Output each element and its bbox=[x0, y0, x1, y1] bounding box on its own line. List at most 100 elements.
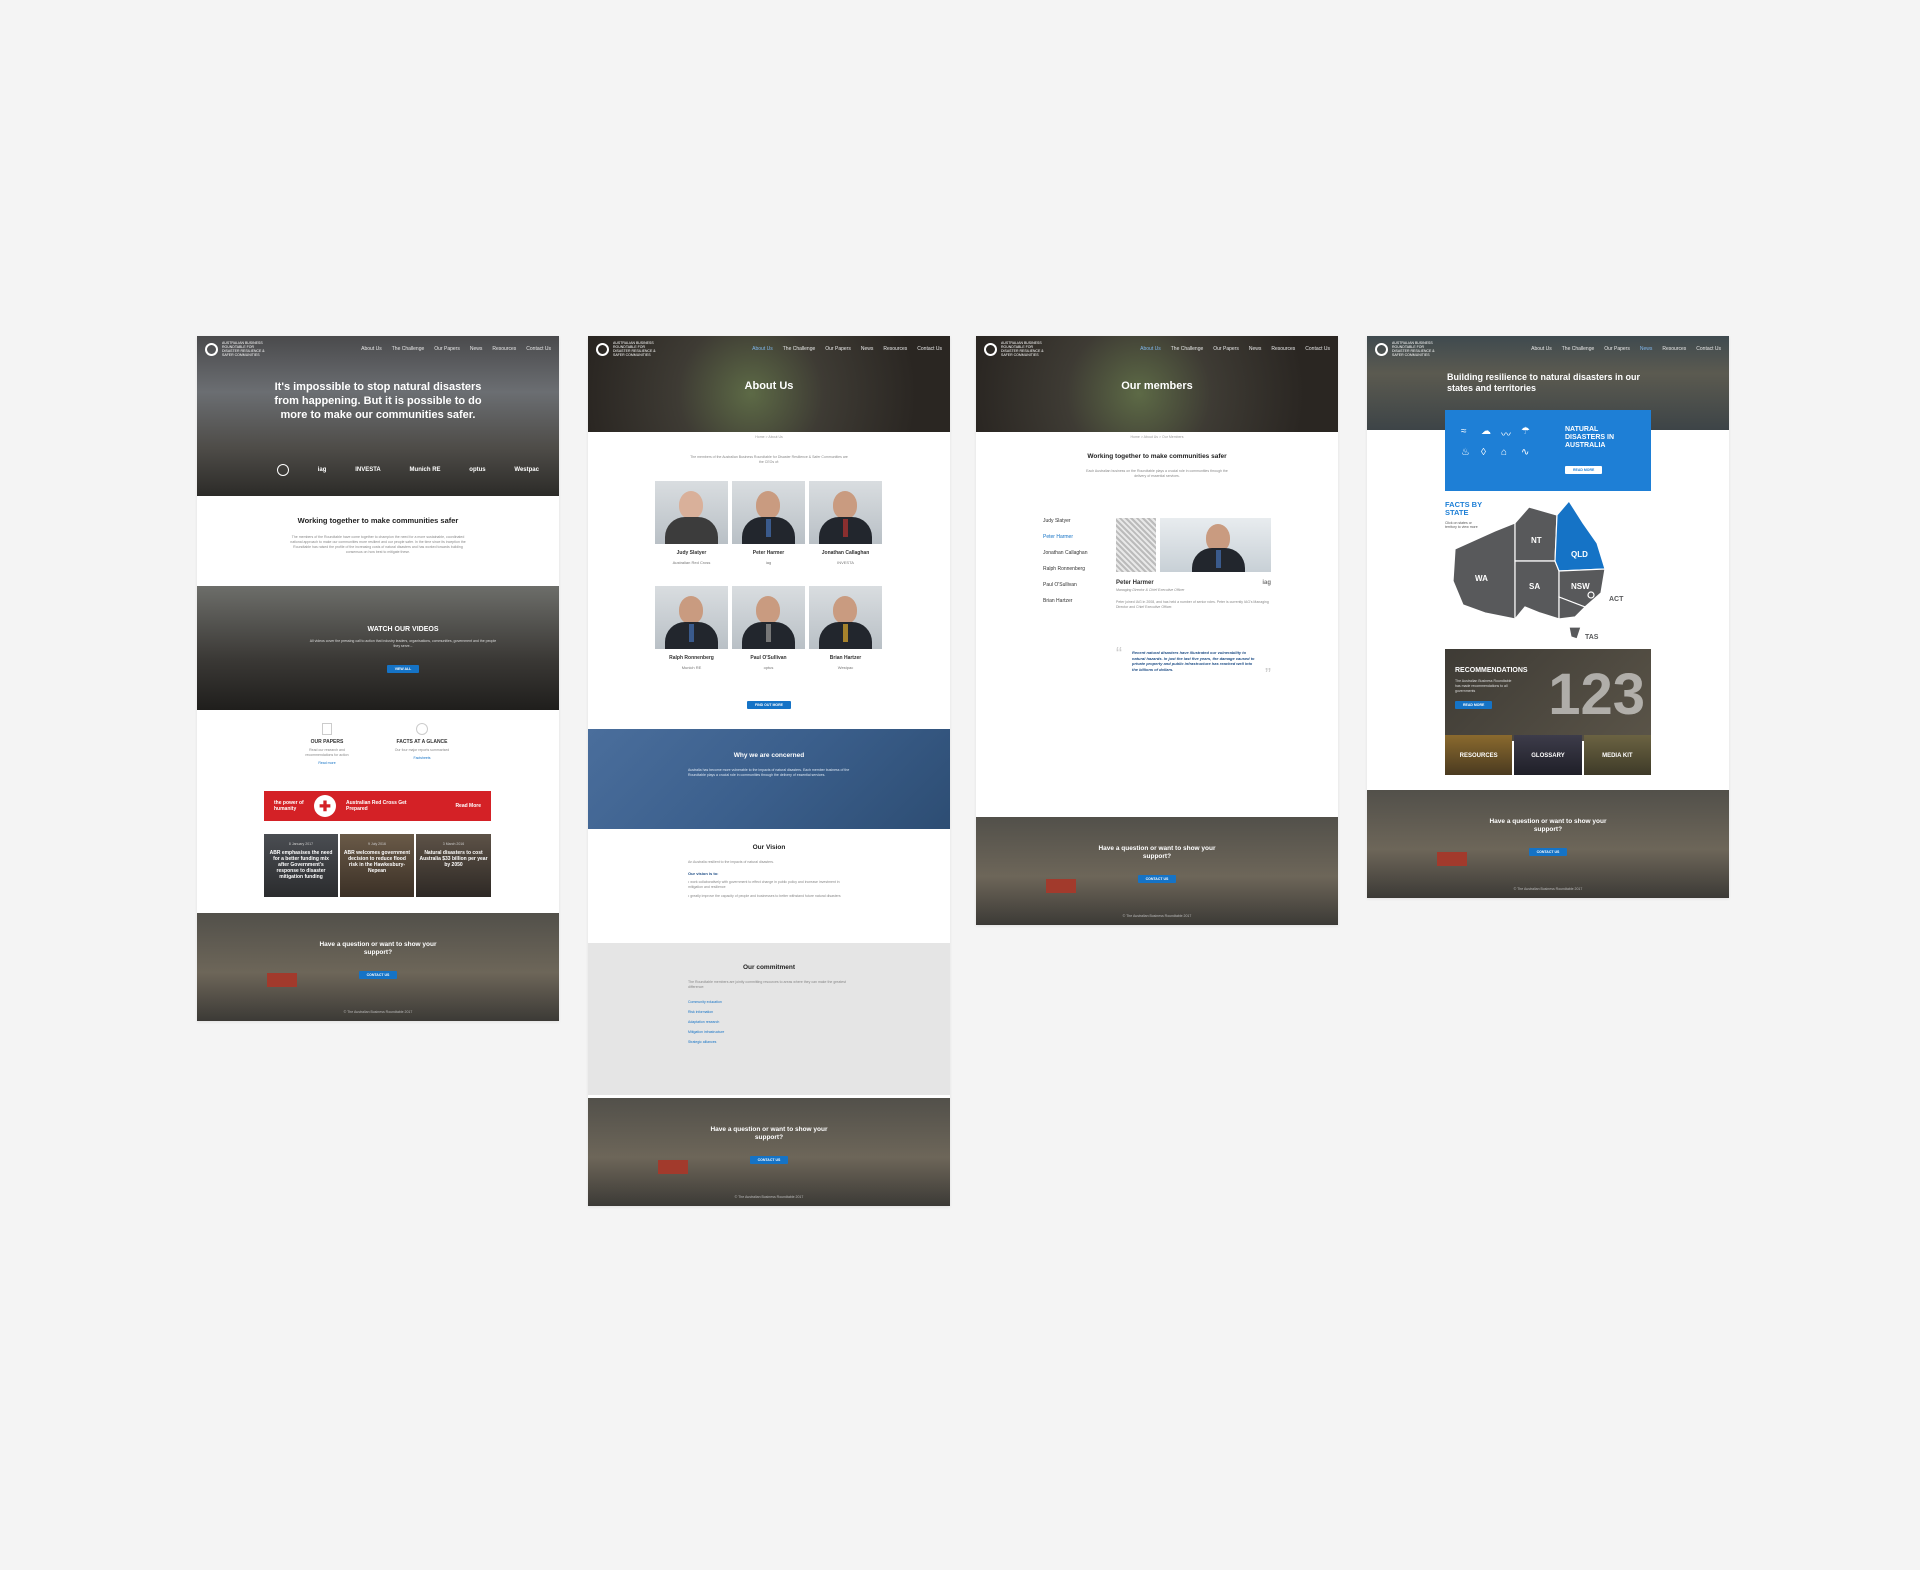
state-qld[interactable] bbox=[1554, 501, 1606, 572]
nav-link-resources[interactable]: Resources bbox=[492, 346, 516, 352]
contact-us-button[interactable]: CONTACT US bbox=[749, 1156, 789, 1164]
nav-link-resources[interactable]: Resources bbox=[1271, 346, 1295, 352]
nav-link-contact[interactable]: Contact Us bbox=[1305, 346, 1330, 352]
member-list-item[interactable]: Brian Hartzer bbox=[1043, 598, 1103, 604]
natural-disasters-card[interactable]: ≈ ☁ 〰 ☂ ♨ ◊ ⌂ ∿ NATURAL DISASTERS IN AUS… bbox=[1445, 410, 1651, 491]
nav-link-contact[interactable]: Contact Us bbox=[917, 346, 942, 352]
site-logo[interactable]: Australian Business Roundtable for Disas… bbox=[1375, 341, 1438, 357]
commitment-item[interactable]: Adaptation research bbox=[688, 1020, 850, 1024]
nav-link-papers[interactable]: Our Papers bbox=[1213, 346, 1239, 352]
member-list-item[interactable]: Paul O'Sullivan bbox=[1043, 582, 1103, 588]
members-hero: Australian Business Roundtable for Disas… bbox=[976, 336, 1338, 432]
contact-us-button[interactable]: CONTACT US bbox=[358, 971, 398, 979]
read-more-button[interactable]: READ MORE bbox=[1565, 466, 1603, 474]
news-title: ABR emphasises the need for a better fun… bbox=[269, 850, 333, 880]
state-nt[interactable] bbox=[1514, 506, 1558, 562]
nav-link-challenge[interactable]: The Challenge bbox=[1562, 346, 1595, 352]
commitment-item[interactable]: Strategic alliances bbox=[688, 1040, 850, 1044]
rec-title: RECOMMENDATIONS bbox=[1455, 667, 1528, 674]
view-all-button[interactable]: VIEW ALL bbox=[386, 665, 420, 673]
find-out-more-button[interactable]: FIND OUT MORE bbox=[747, 701, 791, 709]
resource-tiles: RESOURCES GLOSSARY MEDIA KIT bbox=[1445, 735, 1651, 775]
recommendations-card[interactable]: RECOMMENDATIONS The Australian Business … bbox=[1445, 649, 1651, 741]
working-together-section: Working together to make communities saf… bbox=[197, 496, 559, 586]
house-icon: ⌂ bbox=[1501, 447, 1508, 458]
site-logo[interactable]: Australian Business Roundtable for Disas… bbox=[596, 341, 659, 357]
banner-tagline: the power of humanity bbox=[274, 800, 304, 812]
member-list-item[interactable]: Ralph Ronnenberg bbox=[1043, 566, 1103, 572]
nav-link-resources[interactable]: Resources bbox=[883, 346, 907, 352]
news-date: 9 July 2016 bbox=[368, 842, 386, 846]
map-label-sa: SA bbox=[1529, 582, 1540, 591]
member-list-item[interactable]: Peter Harmer bbox=[1043, 534, 1103, 540]
vision-item: • work collaboratively with government t… bbox=[688, 880, 840, 889]
site-logo[interactable]: Australian Business Roundtable for Disas… bbox=[205, 341, 268, 357]
facts-by-state: FACTS BY STATE Click on states or territ… bbox=[1445, 501, 1651, 642]
member-name: Brian Hartzer bbox=[829, 655, 862, 661]
member-card[interactable]: Jonathan Callaghan INVESTA bbox=[809, 481, 882, 565]
nav-link-resources[interactable]: Resources bbox=[1662, 346, 1686, 352]
nav-link-about[interactable]: About Us bbox=[1531, 346, 1552, 352]
member-card[interactable]: Ralph Ronnenberg Munich RE bbox=[655, 586, 728, 670]
nav-link-papers[interactable]: Our Papers bbox=[434, 346, 460, 352]
red-cross-banner[interactable]: the power of humanity ✚ Australian Red C… bbox=[264, 791, 491, 821]
member-card[interactable]: Paul O'Sullivan optus bbox=[732, 586, 805, 670]
papers-link[interactable]: Read more bbox=[297, 761, 357, 765]
map-label-vic: VIC bbox=[1559, 618, 1573, 627]
news-tile[interactable]: 9 July 2016 ABR welcomes government deci… bbox=[340, 834, 414, 897]
numbers-graphic-icon: 123 bbox=[1548, 662, 1645, 727]
tile-label: MEDIA KIT bbox=[1602, 753, 1633, 759]
glossary-tile[interactable]: GLOSSARY bbox=[1514, 735, 1582, 775]
commitment-item[interactable]: Community education bbox=[688, 1000, 850, 1004]
nav-link-papers[interactable]: Our Papers bbox=[1604, 346, 1630, 352]
member-list-item[interactable]: Jonathan Callaghan bbox=[1043, 550, 1103, 556]
news-tile[interactable]: 3 March 2016 Natural disasters to cost A… bbox=[416, 834, 491, 897]
nav-links: About Us The Challenge Our Papers News R… bbox=[752, 346, 942, 352]
news-tile[interactable]: 8 January 2017 ABR emphasises the need f… bbox=[264, 834, 338, 897]
member-company: INVESTA bbox=[837, 560, 854, 565]
member-list-item[interactable]: Judy Slatyer bbox=[1043, 518, 1103, 524]
fire-truck-image bbox=[658, 1160, 688, 1174]
commitment-item[interactable]: Risk information bbox=[688, 1010, 850, 1014]
nav-link-about[interactable]: About Us bbox=[1140, 346, 1161, 352]
nav-link-challenge[interactable]: The Challenge bbox=[392, 346, 425, 352]
banner-read-more[interactable]: Read More bbox=[455, 803, 481, 809]
copyright: © The Australian Business Roundtable 201… bbox=[1513, 887, 1583, 891]
nav-link-news[interactable]: News bbox=[1249, 346, 1262, 352]
state-tas[interactable] bbox=[1568, 626, 1582, 640]
resources-tile[interactable]: RESOURCES bbox=[1445, 735, 1513, 775]
section-title: Working together to make communities saf… bbox=[297, 516, 459, 525]
read-more-button[interactable]: READ MORE bbox=[1455, 701, 1493, 709]
contact-us-button[interactable]: CONTACT US bbox=[1137, 875, 1177, 883]
nav-link-challenge[interactable]: The Challenge bbox=[783, 346, 816, 352]
site-logo[interactable]: Australian Business Roundtable for Disas… bbox=[984, 341, 1047, 357]
nav-link-news[interactable]: News bbox=[470, 346, 483, 352]
state-act[interactable] bbox=[1587, 591, 1595, 599]
nav-link-papers[interactable]: Our Papers bbox=[825, 346, 851, 352]
nav-link-contact[interactable]: Contact Us bbox=[526, 346, 551, 352]
member-card[interactable]: Judy Slatyer Australian Red Cross bbox=[655, 481, 728, 565]
nav-link-contact[interactable]: Contact Us bbox=[1696, 346, 1721, 352]
members-intro: Working together to make communities saf… bbox=[976, 439, 1338, 479]
member-name: Ralph Ronnenberg bbox=[669, 655, 714, 661]
nav-link-news[interactable]: News bbox=[1640, 346, 1653, 352]
about-intro: The members of the Australian Business R… bbox=[690, 455, 848, 464]
nav-links: About Us The Challenge Our Papers News R… bbox=[361, 346, 551, 352]
nav-link-challenge[interactable]: The Challenge bbox=[1171, 346, 1204, 352]
contact-us-button[interactable]: CONTACT US bbox=[1528, 848, 1568, 856]
member-name: Jonathan Callaghan bbox=[821, 550, 870, 556]
nav-link-about[interactable]: About Us bbox=[752, 346, 773, 352]
state-wa[interactable] bbox=[1452, 522, 1516, 620]
member-card[interactable]: Brian Hartzer Westpac bbox=[809, 586, 882, 670]
fire-icon: ♨ bbox=[1461, 447, 1470, 458]
site-nav: Australian Business Roundtable for Disas… bbox=[197, 336, 559, 362]
facts-link[interactable]: Factsheets bbox=[392, 756, 452, 760]
news-row: 8 January 2017 ABR emphasises the need f… bbox=[264, 834, 491, 897]
commitment-item[interactable]: Mitigation infrastructure bbox=[688, 1030, 850, 1034]
media-kit-tile[interactable]: MEDIA KIT bbox=[1583, 735, 1651, 775]
member-card[interactable]: Peter Harmer iag bbox=[732, 481, 805, 565]
nav-link-news[interactable]: News bbox=[861, 346, 874, 352]
intro-title: Working together to make communities saf… bbox=[1087, 453, 1227, 460]
map-label-tas: TAS bbox=[1585, 634, 1599, 641]
nav-link-about[interactable]: About Us bbox=[361, 346, 382, 352]
